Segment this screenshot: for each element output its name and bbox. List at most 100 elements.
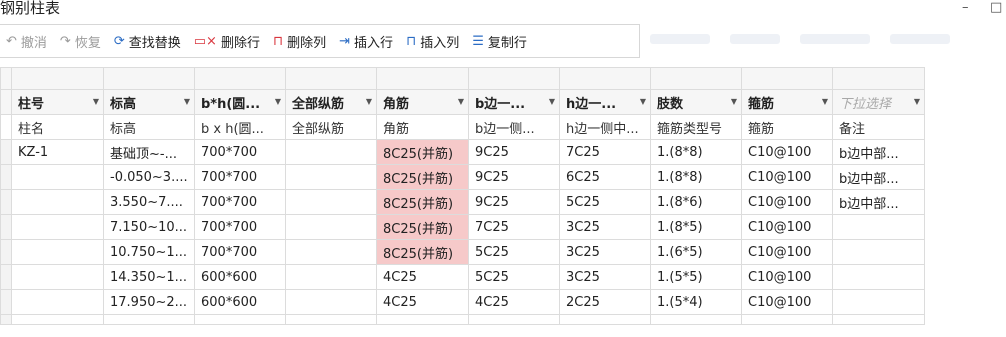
table-cell[interactable]: 5C25 bbox=[468, 264, 560, 290]
table-cell[interactable] bbox=[285, 164, 377, 190]
table-cell[interactable]: 700*700 bbox=[194, 214, 286, 240]
table-cell[interactable]: C10@100 bbox=[741, 189, 833, 215]
table-cell[interactable]: C10@100 bbox=[741, 264, 833, 290]
col-header[interactable]: 肢数 ▼ bbox=[650, 89, 742, 115]
chevron-down-icon[interactable]: ▼ bbox=[822, 97, 828, 106]
table-cell[interactable]: -0.050~3.... bbox=[103, 164, 195, 190]
table-cell[interactable] bbox=[285, 239, 377, 265]
col-header[interactable]: h边一... ▼ bbox=[559, 89, 651, 115]
table-cell[interactable]: 2C25 bbox=[559, 289, 651, 315]
table-cell[interactable]: C10@100 bbox=[741, 214, 833, 240]
table-cell[interactable] bbox=[285, 289, 377, 315]
table-cell[interactable] bbox=[832, 239, 925, 265]
table-cell[interactable] bbox=[11, 264, 104, 290]
table-cell[interactable]: 3.550~7.... bbox=[103, 189, 195, 215]
table-cell[interactable]: 1.(8*6) bbox=[650, 189, 742, 215]
find-replace-button[interactable]: ⟳ 查找替换 bbox=[108, 28, 188, 54]
table-cell[interactable]: 700*700 bbox=[194, 164, 286, 190]
table-cell[interactable]: 600*600 bbox=[194, 264, 286, 290]
table-cell[interactable]: 4C25 bbox=[468, 289, 560, 315]
col-header[interactable]: b*h(圆... ▼ bbox=[194, 89, 286, 115]
table-cell[interactable]: 600*600 bbox=[194, 289, 286, 315]
table-cell[interactable]: 4C25 bbox=[376, 264, 469, 290]
table-cell[interactable]: 4C25 bbox=[376, 289, 469, 315]
table-cell[interactable]: 1.(5*4) bbox=[650, 289, 742, 315]
minimize-button[interactable]: – bbox=[962, 0, 969, 15]
table-cell[interactable]: 14.350~1... bbox=[103, 264, 195, 290]
table-cell[interactable]: 1.(6*5) bbox=[650, 239, 742, 265]
table-cell[interactable]: 9C25 bbox=[468, 164, 560, 190]
table-cell[interactable]: 700*700 bbox=[194, 239, 286, 265]
table-cell[interactable]: 10.750~1... bbox=[103, 239, 195, 265]
table-cell[interactable]: 8C25(并筋) bbox=[376, 189, 469, 215]
insert-col-button[interactable]: ⊓ 插入列 bbox=[400, 28, 466, 54]
table-cell[interactable]: 9C25 bbox=[468, 139, 560, 165]
chevron-down-icon[interactable]: ▼ bbox=[366, 97, 372, 106]
table-cell[interactable]: 5C25 bbox=[468, 239, 560, 265]
table-cell[interactable] bbox=[832, 264, 925, 290]
chevron-down-icon[interactable]: ▼ bbox=[275, 97, 281, 106]
table-cell[interactable]: 1.(8*8) bbox=[650, 164, 742, 190]
table-cell[interactable]: 基础顶~-... bbox=[103, 139, 195, 165]
insert-row-button[interactable]: ⇥ 插入行 bbox=[333, 28, 400, 54]
table-cell[interactable]: 7C25 bbox=[559, 139, 651, 165]
table-cell[interactable] bbox=[285, 214, 377, 240]
col-header[interactable]: 箍筋 ▼ bbox=[741, 89, 833, 115]
table-cell[interactable] bbox=[11, 189, 104, 215]
table-cell[interactable]: 3C25 bbox=[559, 239, 651, 265]
table-cell[interactable] bbox=[832, 289, 925, 315]
table-cell[interactable]: C10@100 bbox=[741, 164, 833, 190]
table-cell[interactable]: C10@100 bbox=[741, 139, 833, 165]
table-cell[interactable]: C10@100 bbox=[741, 239, 833, 265]
table-cell[interactable]: b边中部... bbox=[832, 189, 925, 215]
table-cell[interactable]: KZ-1 bbox=[11, 139, 104, 165]
table-cell[interactable]: 9C25 bbox=[468, 189, 560, 215]
table-cell[interactable]: 8C25(并筋) bbox=[376, 139, 469, 165]
chevron-down-icon[interactable]: ▼ bbox=[184, 97, 190, 106]
table-cell[interactable]: b边中部... bbox=[832, 139, 925, 165]
delete-row-button[interactable]: ▭× 删除行 bbox=[188, 28, 267, 54]
table-cell[interactable]: 1.(8*5) bbox=[650, 214, 742, 240]
redo-button[interactable]: ↷ 恢复 bbox=[54, 28, 108, 54]
col-header[interactable]: 角筋 ▼ bbox=[376, 89, 469, 115]
chevron-down-icon[interactable]: ▼ bbox=[458, 97, 464, 106]
table-cell[interactable]: 7C25 bbox=[468, 214, 560, 240]
col-header[interactable]: b边一... ▼ bbox=[468, 89, 560, 115]
table-cell[interactable]: 3C25 bbox=[559, 214, 651, 240]
delete-col-button[interactable]: ⊓ 删除列 bbox=[267, 28, 333, 54]
table-cell[interactable]: 3C25 bbox=[559, 264, 651, 290]
col-header[interactable]: 标高 ▼ bbox=[103, 89, 195, 115]
table-cell[interactable]: 7.150~10... bbox=[103, 214, 195, 240]
table-cell[interactable]: 1.(5*5) bbox=[650, 264, 742, 290]
undo-button[interactable]: ↶ 撤消 bbox=[0, 28, 54, 54]
table-cell[interactable] bbox=[11, 214, 104, 240]
table-cell[interactable]: 8C25(并筋) bbox=[376, 239, 469, 265]
copy-row-button[interactable]: ☰ 复制行 bbox=[466, 28, 534, 54]
table-cell[interactable] bbox=[11, 164, 104, 190]
table-cell[interactable] bbox=[285, 189, 377, 215]
chevron-down-icon[interactable]: ▼ bbox=[549, 97, 555, 106]
table-cell[interactable] bbox=[11, 289, 104, 315]
dropdown-select-header[interactable]: 下拉选择 ▼ bbox=[832, 89, 925, 115]
table-cell[interactable]: 17.950~2... bbox=[103, 289, 195, 315]
chevron-down-icon[interactable]: ▼ bbox=[93, 97, 99, 106]
table-cell[interactable] bbox=[285, 139, 377, 165]
table-cell[interactable]: 700*700 bbox=[194, 189, 286, 215]
table-cell[interactable]: 5C25 bbox=[559, 189, 651, 215]
table-cell[interactable]: 8C25(并筋) bbox=[376, 164, 469, 190]
chevron-down-icon[interactable]: ▼ bbox=[731, 97, 737, 106]
table-cell[interactable]: 700*700 bbox=[194, 139, 286, 165]
table-cell[interactable]: 1.(8*8) bbox=[650, 139, 742, 165]
table-cell[interactable] bbox=[285, 264, 377, 290]
table-cell[interactable]: C10@100 bbox=[741, 289, 833, 315]
table-cell[interactable] bbox=[11, 239, 104, 265]
chevron-down-icon[interactable]: ▼ bbox=[914, 97, 920, 106]
table-cell[interactable] bbox=[832, 214, 925, 240]
restore-button[interactable]: □ bbox=[990, 0, 1002, 15]
col-header[interactable]: 全部纵筋 ▼ bbox=[285, 89, 377, 115]
chevron-down-icon[interactable]: ▼ bbox=[640, 97, 646, 106]
col-header[interactable]: 柱号 ▼ bbox=[11, 89, 104, 115]
table-cell[interactable]: 8C25(并筋) bbox=[376, 214, 469, 240]
table-cell[interactable]: b边中部... bbox=[832, 164, 925, 190]
table-cell[interactable]: 6C25 bbox=[559, 164, 651, 190]
